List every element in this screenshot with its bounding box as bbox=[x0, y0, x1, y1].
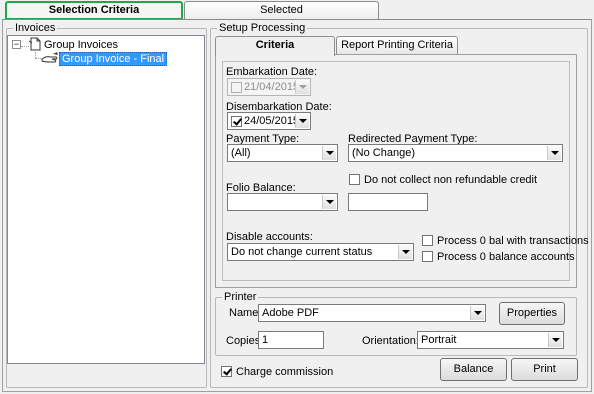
process-zero-balance-accounts-label[interactable]: Process 0 balance accounts bbox=[437, 251, 575, 264]
orientation-value: Portrait bbox=[421, 334, 457, 346]
chevron-down-icon[interactable] bbox=[322, 146, 336, 160]
chevron-down-icon[interactable] bbox=[547, 146, 561, 160]
folio-balance-select[interactable] bbox=[227, 193, 338, 211]
tree-child-label[interactable]: Group Invoice - Final bbox=[59, 52, 168, 66]
tab-selected[interactable]: Selected bbox=[184, 1, 379, 20]
charge-commission-label[interactable]: Charge commission bbox=[236, 366, 333, 379]
non-refundable-checkbox[interactable] bbox=[349, 174, 360, 185]
disable-accounts-value: Do not change current status bbox=[231, 246, 373, 258]
chevron-down-icon[interactable] bbox=[470, 306, 484, 320]
printer-name-label: Name: bbox=[229, 307, 262, 319]
redirected-payment-type-select[interactable]: (No Change) bbox=[348, 144, 563, 162]
tab-report-printing-criteria[interactable]: Report Printing Criteria bbox=[336, 36, 458, 54]
printer-group-title: Printer bbox=[222, 291, 259, 303]
disembarkation-date-picker[interactable]: 24/05/2015 bbox=[227, 112, 311, 130]
folder-document-icon bbox=[28, 37, 42, 54]
setup-processing-title: Setup Processing bbox=[217, 22, 308, 34]
charge-commission-checkbox[interactable] bbox=[221, 366, 232, 377]
orientation-label: Orientation: bbox=[362, 335, 419, 347]
invoices-group-title: Invoices bbox=[13, 22, 58, 34]
chevron-down-icon[interactable] bbox=[322, 195, 336, 209]
tree-collapse-icon[interactable]: − bbox=[12, 40, 21, 49]
tab-selection-criteria[interactable]: Selection Criteria bbox=[5, 1, 183, 20]
disembarkation-date-value: 24/05/2015 bbox=[244, 115, 300, 127]
redirected-payment-type-value: (No Change) bbox=[352, 147, 415, 159]
process-zero-balance-accounts-checkbox[interactable] bbox=[422, 251, 433, 262]
chevron-down-icon[interactable] bbox=[548, 333, 562, 347]
process-zero-bal-transactions-checkbox[interactable] bbox=[422, 235, 433, 246]
embarkation-date-picker[interactable]: 21/04/2015 bbox=[227, 78, 311, 96]
payment-type-value: (All) bbox=[231, 147, 251, 159]
non-refundable-label[interactable]: Do not collect non refundable credit bbox=[364, 174, 537, 187]
chevron-down-icon[interactable] bbox=[295, 114, 309, 128]
balance-button[interactable]: Balance bbox=[440, 358, 507, 381]
hand-pointer-icon bbox=[41, 51, 59, 68]
embarkation-date-checkbox[interactable] bbox=[231, 81, 242, 93]
orientation-select[interactable]: Portrait bbox=[417, 331, 564, 349]
printer-name-select[interactable]: Adobe PDF bbox=[258, 304, 486, 322]
disable-accounts-select[interactable]: Do not change current status bbox=[227, 243, 414, 261]
copies-value: 1 bbox=[262, 334, 269, 346]
tab-criteria[interactable]: Criteria bbox=[215, 36, 335, 56]
invoices-tree[interactable]: − Group Invoices Group Invoice - Final bbox=[7, 35, 205, 364]
embarkation-date-value: 21/04/2015 bbox=[244, 81, 300, 93]
properties-button[interactable]: Properties bbox=[499, 302, 565, 325]
payment-type-select[interactable]: (All) bbox=[227, 144, 338, 162]
copies-input[interactable]: 1 bbox=[258, 331, 324, 349]
disembarkation-date-checkbox[interactable] bbox=[231, 115, 242, 127]
folio-balance-amount-input[interactable] bbox=[348, 193, 428, 211]
print-button[interactable]: Print bbox=[511, 358, 578, 381]
printer-name-value: Adobe PDF bbox=[262, 307, 319, 319]
process-zero-bal-transactions-label[interactable]: Process 0 bal with transactions bbox=[437, 235, 589, 248]
chevron-down-icon[interactable] bbox=[398, 245, 412, 259]
chevron-down-icon[interactable] bbox=[295, 80, 309, 94]
